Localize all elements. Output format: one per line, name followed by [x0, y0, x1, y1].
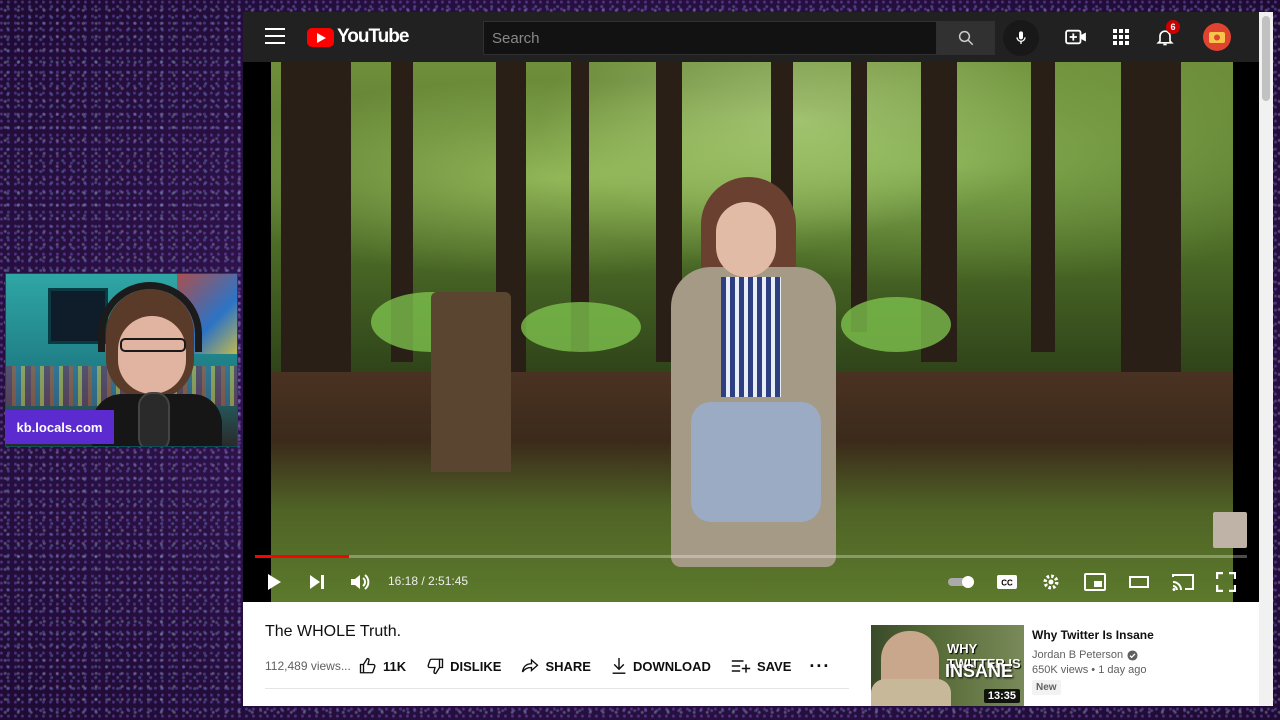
like-button[interactable]: 11K [359, 657, 406, 675]
progress-bar[interactable] [255, 555, 1247, 558]
youtube-logo[interactable]: YouTube [307, 26, 409, 48]
miniplayer-button[interactable] [1083, 570, 1107, 594]
locals-badge: kb.locals.com [5, 410, 114, 444]
recommended-title[interactable]: Why Twitter Is Insane [1032, 628, 1154, 642]
scrollbar-thumb[interactable] [1262, 16, 1270, 101]
create-video-icon [1065, 29, 1086, 45]
youtube-logo-text: YouTube [337, 26, 409, 47]
notifications-button[interactable]: 6 [1153, 20, 1180, 49]
apps-button[interactable] [1109, 25, 1133, 49]
theater-mode-icon [1129, 576, 1149, 588]
view-count[interactable]: 112,489 views... [265, 659, 359, 673]
thumbs-up-icon [359, 657, 376, 674]
share-icon [522, 658, 539, 673]
fern [521, 302, 641, 352]
woman-legs [691, 402, 821, 522]
recommended-stats: 650K views • 1 day ago [1032, 664, 1147, 676]
video-duration: 13:35 [983, 689, 1020, 703]
share-label: SHARE [545, 658, 591, 674]
tree-stump [431, 292, 511, 472]
channel-name: Jordan B Peterson [1032, 649, 1124, 661]
webcam-microphone [138, 392, 170, 446]
thumbs-down-icon [427, 658, 444, 675]
fern [841, 297, 951, 352]
download-label: DOWNLOAD [632, 658, 711, 674]
notification-count-badge: 6 [1166, 20, 1180, 34]
more-actions-icon[interactable]: ··· [809, 656, 830, 677]
woman-face [716, 202, 776, 277]
verified-icon [1127, 649, 1138, 661]
video-title: The WHOLE Truth. [265, 623, 402, 640]
next-button[interactable] [305, 570, 329, 594]
search-input[interactable] [483, 21, 937, 55]
video-details: The WHOLE Truth. 112,489 views... 11K DI… [243, 602, 1259, 706]
play-button[interactable] [262, 570, 286, 594]
progress-played [255, 555, 350, 558]
avatar-tv-icon [1209, 32, 1225, 43]
download-icon [612, 658, 626, 674]
divider [265, 688, 849, 689]
svg-text:CC: CC [1001, 579, 1013, 588]
like-count: 11K [383, 658, 407, 674]
save-button[interactable]: SAVE [731, 659, 791, 674]
miniplayer-icon [1084, 573, 1106, 591]
dislike-button[interactable]: DISLIKE [426, 657, 501, 675]
search-bar [483, 21, 995, 55]
video-player[interactable]: 16:18 / 2:51:45 CC [243, 62, 1259, 602]
gear-icon [1043, 574, 1059, 590]
save-label: SAVE [756, 658, 792, 674]
recommended-video[interactable]: WHY TWITTER IS INSANE 13:35 Why Twitter … [871, 625, 1251, 706]
cast-button[interactable] [1171, 570, 1195, 594]
autoplay-toggle-icon [948, 576, 974, 588]
top-navigation-bar: YouTube 6 [243, 12, 1259, 62]
theater-mode-button[interactable] [1127, 570, 1151, 594]
thumbnail-text-line2: INSANE [945, 661, 1014, 681]
search-icon [958, 30, 974, 46]
apps-grid-icon [1113, 29, 1129, 45]
account-avatar[interactable] [1203, 23, 1231, 51]
video-actions-row: 112,489 views... 11K DISLIKE SHARE DOWNL… [265, 654, 855, 678]
fullscreen-icon [1216, 572, 1236, 592]
tree-trunk [281, 62, 351, 392]
youtube-play-icon [307, 27, 334, 47]
channel-watermark[interactable] [1213, 512, 1247, 548]
search-button[interactable] [937, 21, 995, 55]
tree-trunk [851, 62, 867, 332]
player-controls: 16:18 / 2:51:45 CC [243, 562, 1259, 602]
next-icon [310, 575, 324, 589]
page-scrollbar[interactable] [1259, 12, 1273, 706]
volume-button[interactable] [348, 570, 372, 594]
cast-icon [1172, 574, 1194, 591]
recommended-channel[interactable]: Jordan B Peterson [1032, 649, 1154, 661]
download-button[interactable]: DOWNLOAD [611, 657, 711, 675]
recommended-info: Why Twitter Is Insane Jordan B Peterson … [1024, 625, 1154, 706]
play-icon [268, 574, 281, 590]
save-to-playlist-icon [731, 660, 751, 673]
time-display: 16:18 / 2:51:45 [388, 574, 469, 588]
dislike-label: DISLIKE [450, 658, 502, 674]
youtube-page: YouTube 6 [243, 12, 1273, 706]
settings-button[interactable] [1039, 570, 1063, 594]
tree-trunk [1121, 62, 1181, 392]
hamburger-icon[interactable] [265, 28, 285, 46]
video-frame [271, 62, 1233, 602]
captions-button[interactable]: CC [995, 570, 1019, 594]
thumbnail-person-shirt [871, 679, 951, 706]
mic-icon [1016, 31, 1026, 44]
new-badge: New [1032, 680, 1061, 695]
recommended-thumbnail[interactable]: WHY TWITTER IS INSANE 13:35 [871, 625, 1024, 706]
voice-search-button[interactable] [1003, 20, 1039, 56]
captions-icon: CC [997, 575, 1017, 589]
create-video-button[interactable] [1064, 25, 1088, 49]
fullscreen-button[interactable] [1214, 570, 1238, 594]
tree-trunk [1031, 62, 1055, 352]
share-button[interactable]: SHARE [521, 658, 591, 674]
autoplay-toggle[interactable] [946, 570, 978, 594]
woman-shirt [721, 277, 781, 397]
volume-icon [351, 574, 370, 590]
